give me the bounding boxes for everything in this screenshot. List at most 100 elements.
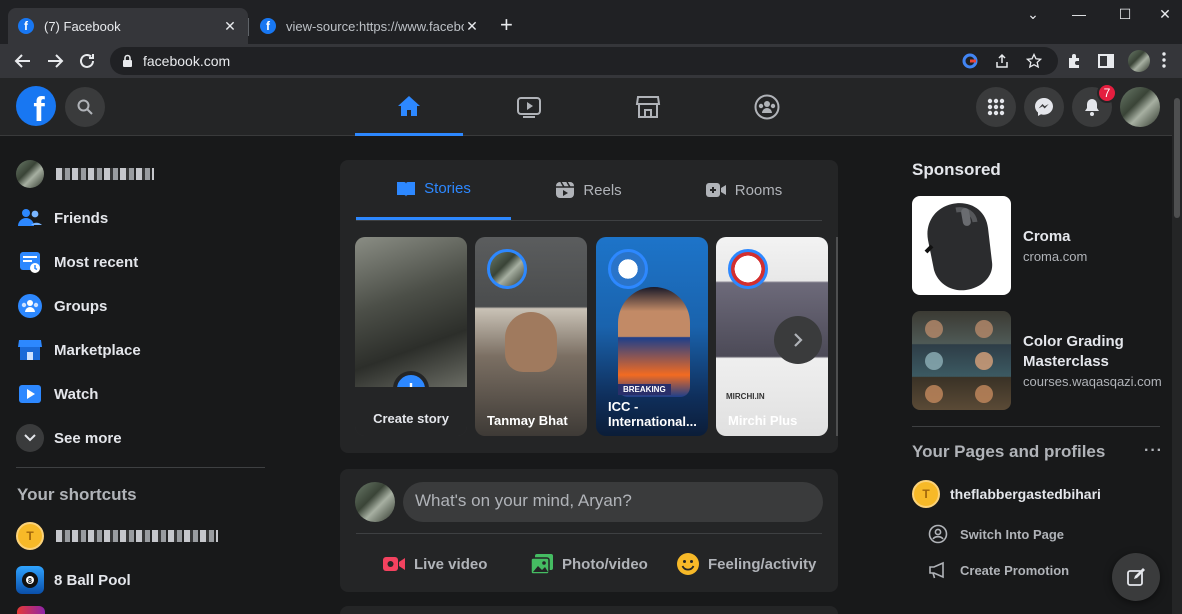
grid-menu-icon [987,98,1005,116]
story-name: Create story [373,411,449,426]
tab-label: Reels [583,181,622,199]
page-profile-row[interactable]: T theflabbergastedbihari [912,479,1101,509]
watch-icon [517,97,541,118]
reels-icon [556,181,575,198]
account-avatar[interactable] [1120,87,1160,127]
feeling-activity-button[interactable]: Feeling/activity [676,544,816,584]
tab-stories[interactable]: Stories [356,160,511,220]
sidebar-item-most-recent[interactable]: Most recent [16,240,138,284]
groups-icon [16,292,44,320]
stories-next-button[interactable] [774,316,822,364]
close-icon[interactable]: ✕ [222,18,238,35]
scrollbar-thumb[interactable] [1174,98,1180,218]
photo-video-button[interactable]: Photo/video [530,544,648,584]
home-icon [398,95,420,116]
profile-avatar[interactable] [1128,50,1150,72]
sidebar-item-friends[interactable]: Friends [16,196,108,240]
forward-icon[interactable] [43,49,67,73]
story-name: Tanmay Bhat [487,413,568,428]
8-ball-pool-icon: 8 [16,566,44,594]
browser-tab-view-source[interactable]: f view-source:https://www.faceboo ✕ [250,8,490,44]
more-vert-icon[interactable] [1162,52,1174,70]
share-icon[interactable] [994,53,1010,69]
switch-into-page-button[interactable]: Switch Into Page [928,520,1064,548]
nav-tab-watch[interactable] [475,78,583,136]
user-avatar[interactable] [355,482,395,522]
compose-icon [1127,568,1145,586]
menu-button[interactable] [976,87,1016,127]
sponsored-ad[interactable]: Croma croma.com [912,196,1162,296]
blurred-shortcut-name [56,530,218,542]
megaphone-icon [929,561,944,579]
minimize-icon[interactable]: — [1056,6,1102,26]
live-video-button[interactable]: Live video [382,544,487,584]
facebook-icon: f [18,18,34,34]
story-name: Mirchi Plus [728,413,798,428]
create-promotion-button[interactable]: Create Promotion [928,556,1069,584]
sidebar-item-marketplace[interactable]: Marketplace [16,328,141,372]
sidebar-item-label: Friends [54,209,109,227]
maximize-icon[interactable]: ☐ [1102,6,1148,26]
side-panel-icon[interactable] [1097,52,1115,70]
feed-icon [16,248,44,276]
blurred-profile-name [56,168,154,180]
composer-divider [356,533,822,534]
ad-image-color-grading [912,311,1011,410]
new-tab-button[interactable]: + [500,14,513,36]
google-icon[interactable] [962,53,978,69]
page-scrollbar[interactable] [1172,78,1182,614]
address-bar[interactable]: facebook.com [110,47,1058,75]
browser-tab-facebook[interactable]: f (7) Facebook ✕ [8,8,248,44]
story-thumbnail [618,287,690,397]
status-input[interactable]: What's on your mind, Aryan? [403,482,823,522]
sidebar-item-label: Most recent [54,253,139,271]
sidebar-item-groups[interactable]: Groups [16,284,107,328]
back-icon[interactable] [11,49,35,73]
page-action-label: Create Promotion [960,562,1070,578]
post-composer: What's on your mind, Aryan? Live video P… [340,469,838,592]
close-window-icon[interactable]: ✕ [1148,6,1182,26]
friends-icon [16,204,44,232]
nav-tab-home[interactable] [355,78,463,136]
tab-reels[interactable]: Reels [511,160,666,220]
chevron-right-icon [794,333,803,347]
page-action-label: Switch Into Page [960,526,1065,542]
facebook-logo-icon[interactable]: f [16,86,56,126]
star-icon[interactable] [1026,53,1042,69]
url-text[interactable]: facebook.com [143,53,230,69]
sponsored-ad[interactable]: Color Grading Masterclass courses.waqasq… [912,311,1162,411]
action-label: Photo/video [562,555,648,573]
story-avatar [728,249,768,289]
shortcut-app-icon[interactable] [17,606,45,614]
more-horiz-icon[interactable]: ··· [1144,442,1163,460]
sidebar-item-watch[interactable]: Watch [16,372,98,416]
sidebar-see-more[interactable]: See more [16,416,122,460]
sidebar-divider [16,467,265,468]
lock-icon[interactable] [122,54,133,68]
tab-title: (7) Facebook [44,18,121,34]
tab-rooms[interactable]: Rooms [666,160,821,220]
story-card[interactable]: BREAKING ICC - International... [596,237,708,436]
ad-image-mouse [912,196,1011,295]
chevron-down-icon[interactable]: ⌄ [1010,6,1056,26]
live-video-icon [383,557,405,571]
shortcut-item[interactable]: T [16,514,218,558]
new-message-button[interactable] [1112,553,1160,601]
story-thumbnail [505,312,557,372]
create-story-card[interactable]: Create story [355,237,467,436]
sidebar-item-label: Watch [54,385,99,403]
close-icon[interactable]: ✕ [464,18,480,35]
messenger-icon [1035,98,1053,116]
extensions-icon[interactable] [1066,52,1084,70]
nav-tab-groups[interactable] [713,78,821,136]
search-button[interactable] [65,87,105,127]
reload-icon[interactable] [75,49,99,73]
page-avatar: T [912,480,940,508]
nav-tab-marketplace[interactable] [594,78,702,136]
story-card[interactable]: Tanmay Bhat [475,237,587,436]
sidebar-item-label: See more [54,429,122,447]
page-avatar: T [16,522,44,550]
profile-shortcut[interactable] [16,152,154,196]
messenger-button[interactable] [1024,87,1064,127]
shortcut-item-8-ball-pool[interactable]: 8 8 Ball Pool [16,558,131,602]
